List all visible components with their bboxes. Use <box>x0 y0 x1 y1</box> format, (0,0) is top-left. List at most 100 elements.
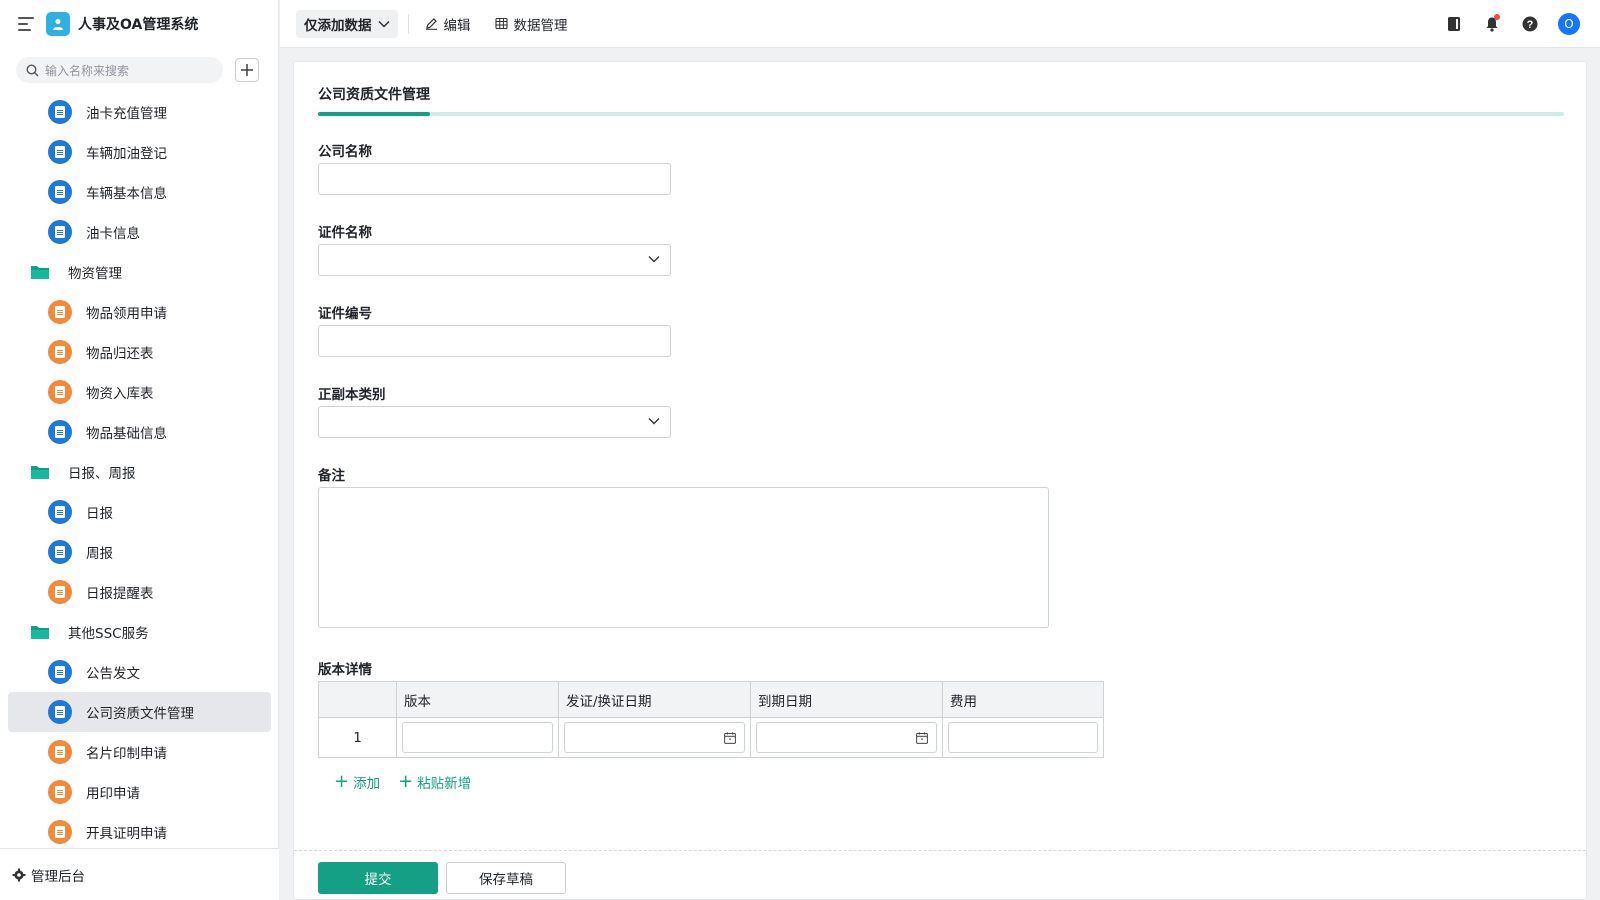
calendar-icon <box>724 732 736 744</box>
help-icon[interactable]: ? <box>1520 14 1540 34</box>
plus-icon <box>241 64 253 76</box>
sidebar-item-label: 车辆加油登记 <box>86 146 167 162</box>
cert-number-label: 证件编号 <box>318 306 372 322</box>
sidebar-item-label: 车辆基本信息 <box>86 186 167 202</box>
submit-button[interactable]: 提交 <box>318 862 438 894</box>
table-row: 1 <box>319 718 1103 757</box>
paste-add-button[interactable]: + 粘贴新增 <box>398 772 472 793</box>
sidebar-item[interactable]: 物资入库表 <box>8 372 271 412</box>
topbar: 仅添加数据 编辑 数据管理 ? O <box>280 0 1600 48</box>
app-title: 人事及OA管理系统 <box>78 17 199 33</box>
svg-text:?: ? <box>1527 19 1534 31</box>
sidebar-header: 人事及OA管理系统 <box>0 0 278 48</box>
sidebar-item-label: 日报提醒表 <box>86 586 154 602</box>
sidebar-item[interactable]: 公司资质文件管理 <box>8 692 271 732</box>
gear-icon <box>12 868 26 881</box>
plus-icon: + <box>334 771 350 792</box>
company-name-input[interactable] <box>318 163 671 195</box>
menu-toggle-icon[interactable] <box>18 17 34 31</box>
data-manage-button[interactable]: 数据管理 <box>494 14 568 34</box>
chevron-down-icon <box>648 418 660 425</box>
table-header-index <box>319 682 397 717</box>
sidebar-item-label: 日报、周报 <box>68 466 136 482</box>
paste-add-label: 粘贴新增 <box>417 776 472 792</box>
sidebar-item[interactable]: 开具证明申请 <box>8 812 271 848</box>
table-header-fee: 费用 <box>950 693 977 710</box>
sidebar-item[interactable]: 日报提醒表 <box>8 572 271 612</box>
mode-dropdown[interactable]: 仅添加数据 <box>296 9 398 38</box>
table-header: 版本 发证/换证日期 到期日期 费用 <box>319 682 1103 718</box>
form-doc-icon <box>48 660 72 684</box>
sidebar-item[interactable]: 名片印制申请 <box>8 732 271 772</box>
sidebar-folder[interactable]: 物资管理 <box>8 252 271 292</box>
add-form-button[interactable] <box>235 58 259 82</box>
form-doc-icon <box>48 700 72 724</box>
sidebar-item[interactable]: 油卡充值管理 <box>8 92 271 132</box>
form-doc-icon <box>48 220 72 244</box>
notification-badge <box>1494 14 1500 20</box>
form-progress-fill <box>318 112 431 116</box>
version-detail-table: 版本 发证/换证日期 到期日期 费用 1 <box>318 681 1104 758</box>
sidebar-item[interactable]: 物品领用申请 <box>8 292 271 332</box>
admin-console-link[interactable]: 管理后台 <box>0 848 279 900</box>
folder-icon <box>31 466 49 479</box>
save-draft-button[interactable]: 保存草稿 <box>446 862 566 894</box>
form-doc-icon <box>48 100 72 124</box>
sidebar-folder[interactable]: 其他SSC服务 <box>8 612 271 652</box>
form-progress-bar <box>318 112 1564 116</box>
sidebar-item[interactable]: 日报 <box>8 492 271 532</box>
user-avatar[interactable]: O <box>1558 13 1580 35</box>
sidebar-item[interactable]: 周报 <box>8 532 271 572</box>
folder-icon <box>31 266 49 279</box>
notification-bell-icon[interactable] <box>1482 14 1502 34</box>
sidebar-item[interactable]: 用印申请 <box>8 772 271 812</box>
topbar-actions: ? O <box>1426 0 1580 48</box>
sidebar-item-label: 物品归还表 <box>86 346 154 362</box>
version-detail-label: 版本详情 <box>318 662 372 678</box>
version-input[interactable] <box>402 722 553 753</box>
sidebar-item[interactable]: 车辆基本信息 <box>8 172 271 212</box>
data-manage-label: 数据管理 <box>513 17 568 34</box>
form-doc-icon <box>48 420 72 444</box>
copy-type-select[interactable] <box>318 406 671 438</box>
remark-textarea[interactable] <box>318 487 1049 628</box>
row-index: 1 <box>319 718 397 757</box>
edit-button[interactable]: 编辑 <box>425 14 471 34</box>
issue-date-picker[interactable] <box>564 722 745 753</box>
search-input[interactable]: 输入名称来搜索 <box>16 57 223 83</box>
sidebar-item-label: 油卡充值管理 <box>86 106 167 122</box>
table-header-expire-date: 到期日期 <box>751 682 943 717</box>
sidebar-item-label: 用印申请 <box>86 786 140 802</box>
sidebar-item-label: 物资管理 <box>68 266 122 282</box>
folder-icon <box>31 626 49 639</box>
sidebar-item[interactable]: 物品基础信息 <box>8 412 271 452</box>
notebook-icon[interactable] <box>1444 14 1464 34</box>
sidebar-item[interactable]: 公告发文 <box>8 652 271 692</box>
expire-date-picker[interactable] <box>756 722 937 753</box>
chevron-down-icon <box>648 256 660 263</box>
topbar-divider <box>407 13 409 34</box>
sidebar-item-label: 其他SSC服务 <box>68 626 149 642</box>
sidebar-folder[interactable]: 日报、周报 <box>8 452 271 492</box>
sidebar-item[interactable]: 车辆加油登记 <box>8 132 271 172</box>
table-icon <box>494 17 508 30</box>
table-header-issue-date: 发证/换证日期 <box>559 682 751 717</box>
sidebar-nav: 油卡充值管理 车辆加油登记 车辆基本信息油卡信息物资管理物品领用申请物品归还表物资入… <box>0 92 279 848</box>
sidebar-item-label: 开具证明申请 <box>86 826 167 842</box>
cert-name-select[interactable] <box>318 244 671 276</box>
form-doc-icon <box>48 580 72 604</box>
sidebar-item[interactable]: 物品归还表 <box>8 332 271 372</box>
calendar-icon <box>916 732 928 744</box>
table-actions: + 添加 + 粘贴新增 <box>334 771 489 793</box>
chevron-down-icon <box>377 20 390 28</box>
sidebar-item[interactable]: 油卡信息 <box>8 212 271 252</box>
add-row-label: 添加 <box>353 776 381 792</box>
form-doc-icon <box>48 820 72 844</box>
add-row-button[interactable]: + 添加 <box>334 771 381 793</box>
cert-name-label: 证件名称 <box>318 225 372 241</box>
form-doc-icon <box>48 780 72 804</box>
fee-input[interactable] <box>948 722 1098 753</box>
remark-label: 备注 <box>318 468 345 484</box>
cert-number-input[interactable] <box>318 325 671 357</box>
sidebar-item-label: 公司资质文件管理 <box>86 706 194 722</box>
